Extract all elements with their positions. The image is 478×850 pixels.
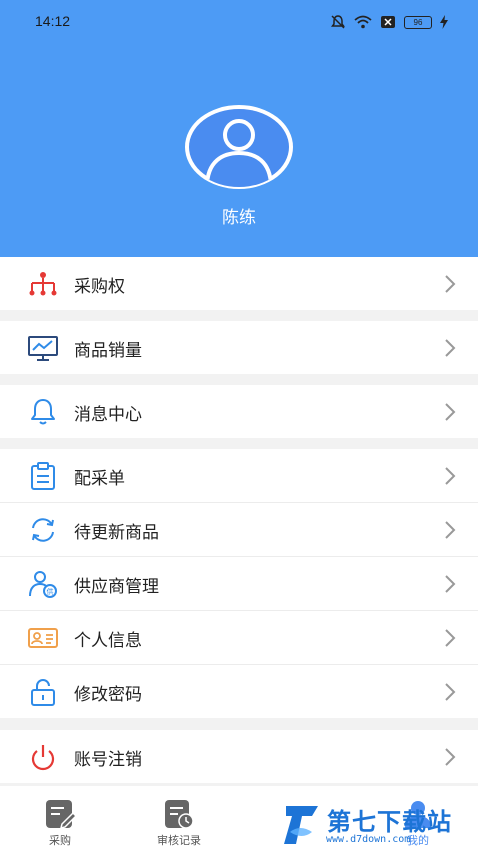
chevron-right-icon [445,629,456,647]
menu-label: 采购权 [74,277,125,297]
id-card-icon [28,628,58,648]
menu-label: 商品销量 [74,341,142,361]
menu-label: 待更新商品 [74,523,159,543]
wifi-icon [354,15,372,29]
chevron-right-icon [445,575,456,593]
menu-label: 修改密码 [74,685,142,705]
power-icon [31,745,55,771]
watermark-name: 第七下载站 [327,808,452,836]
sim-off-icon [381,16,395,28]
clipboard-icon [31,462,55,490]
org-chart-icon [29,272,57,296]
charging-icon [440,15,448,29]
mute-bell-icon [331,15,345,29]
menu-item-pending-update-products[interactable]: 待更新商品 [0,503,478,557]
document-edit-icon [46,800,76,830]
menu-label: 配采单 [74,469,125,489]
status-time: 14:12 [35,13,71,29]
lock-icon [31,679,55,706]
tab-label: 审核记录 [157,834,201,847]
svg-text:供: 供 [47,587,54,596]
supplier-user-icon: 供 [29,571,57,598]
menu-item-distribution-order[interactable]: 配采单 [0,449,478,503]
chevron-right-icon [445,339,456,357]
record-clock-icon [165,800,194,829]
watermark-logo [284,806,318,844]
tab-purchase[interactable]: 采购 [15,786,105,850]
menu-item-change-password[interactable]: 修改密码 [0,665,478,718]
menu-group-main: 配采单 待更新商品 供 供应商管理 个人信息 修改密码 [0,449,478,718]
status-bar: 14:12 96 [0,0,478,44]
menu-item-supplier-management[interactable]: 供 供应商管理 [0,557,478,611]
tab-label: 采购 [49,834,71,847]
chevron-right-icon [445,748,456,766]
menu-item-account-cancel[interactable]: 账号注销 [0,730,478,783]
menu-label: 个人信息 [74,631,142,651]
chevron-right-icon [445,683,456,701]
menu-label: 消息中心 [74,405,142,425]
user-name: 陈练 [222,208,256,228]
chevron-right-icon [445,275,456,293]
menu-group-product-sales: 商品销量 [0,321,478,374]
menu-group-message-center: 消息中心 [0,385,478,438]
menu-group-purchase-rights: 采购权 [0,257,478,310]
bell-icon [31,399,55,425]
site-watermark: 第七下载站 www.d7down.com [282,800,478,850]
refresh-icon [32,518,54,542]
menu-label: 账号注销 [74,750,142,770]
chevron-right-icon [445,467,456,485]
watermark-url: www.d7down.com [326,834,411,845]
menu-item-purchase-rights[interactable]: 采购权 [0,257,478,310]
chevron-right-icon [445,521,456,539]
menu-item-product-sales[interactable]: 商品销量 [0,321,478,374]
menu-item-message-center[interactable]: 消息中心 [0,385,478,438]
battery-level: 96 [404,15,432,29]
avatar[interactable] [183,103,295,191]
menu-group-account-cancel: 账号注销 [0,730,478,783]
tab-audit-records[interactable]: 审核记录 [134,786,224,850]
menu-item-personal-info[interactable]: 个人信息 [0,611,478,665]
profile-header: 14:12 96 陈练 [0,0,478,257]
menu-label: 供应商管理 [74,577,159,597]
monitor-chart-icon [28,336,58,361]
chevron-right-icon [445,403,456,421]
status-icons: 96 [330,12,448,32]
